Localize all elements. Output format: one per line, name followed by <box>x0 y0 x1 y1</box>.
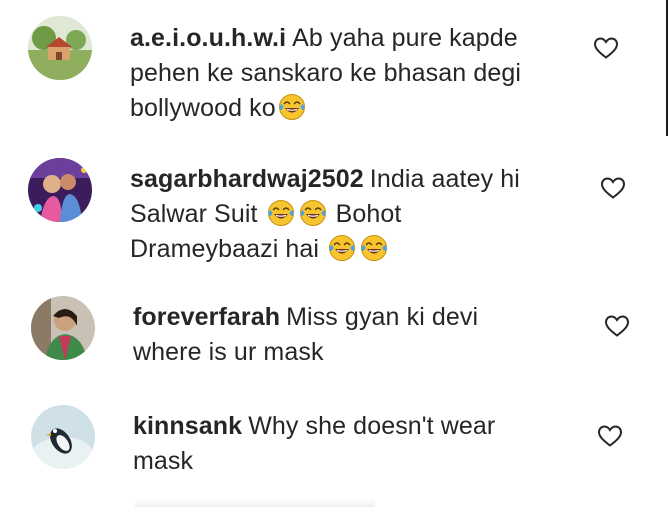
heart-outline-icon <box>600 176 626 200</box>
comment-text: Salwar Suit Bohot <box>130 196 401 232</box>
like-button[interactable] <box>597 424 623 448</box>
avatar[interactable] <box>31 405 95 469</box>
comment-text: a.e.i.o.u.h.w.i Ab yaha pure kapde <box>130 20 518 56</box>
like-button[interactable] <box>600 176 626 200</box>
comment-username[interactable]: foreverfarah <box>133 303 280 331</box>
avatar-couple-photo-icon <box>28 158 92 222</box>
avatar-house-landscape-icon <box>28 16 92 80</box>
comment-body-line: bollywood ko <box>130 94 276 122</box>
avatar-woman-portrait-icon <box>31 296 95 360</box>
face-with-tears-of-joy-icon <box>328 234 356 262</box>
avatar[interactable] <box>31 296 95 360</box>
comment-text: mask <box>133 443 193 479</box>
comment-body-line: Salwar Suit <box>130 200 258 228</box>
comment-body-line: Miss gyan ki devi <box>286 303 479 331</box>
comment-text: foreverfarah Miss gyan ki devi <box>133 299 478 335</box>
comment-text: bollywood ko <box>130 90 308 126</box>
avatar[interactable] <box>28 16 92 80</box>
comment-username[interactable]: sagarbhardwaj2502 <box>130 165 364 193</box>
heart-outline-icon <box>604 314 630 338</box>
comment-body-line: mask <box>133 447 194 475</box>
comment-text: sagarbhardwaj2502 India aatey hi <box>130 161 520 197</box>
comment-body-line: Drameybaazi hai <box>130 235 320 263</box>
comment-body-line: Ab yaha pure kapde <box>292 24 518 52</box>
comment-text: pehen ke sanskaro ke bhasan degi <box>130 55 521 91</box>
comment-text: where is ur mask <box>133 334 324 370</box>
face-with-tears-of-joy-icon <box>299 199 327 227</box>
scrollbar[interactable] <box>666 0 668 136</box>
avatar-penguin-icon <box>31 405 95 469</box>
comment-body-line: Why she doesn't wear <box>248 412 496 440</box>
next-comment-fade <box>135 498 375 507</box>
like-button[interactable] <box>593 36 619 60</box>
face-with-tears-of-joy-icon <box>267 199 295 227</box>
comment-text: Drameybaazi hai <box>130 231 390 267</box>
comment-username[interactable]: a.e.i.o.u.h.w.i <box>130 24 286 52</box>
comment-body-line: pehen ke sanskaro ke bhasan degi <box>130 59 521 87</box>
comment-body-line: Bohot <box>335 200 402 228</box>
comment-username[interactable]: kinnsank <box>133 412 242 440</box>
heart-outline-icon <box>597 424 623 448</box>
heart-outline-icon <box>593 36 619 60</box>
like-button[interactable] <box>604 314 630 338</box>
face-with-tears-of-joy-icon <box>360 234 388 262</box>
comment-body-line: India aatey hi <box>369 165 520 193</box>
comment-text: kinnsank Why she doesn't wear <box>133 408 495 444</box>
avatar[interactable] <box>28 158 92 222</box>
face-with-tears-of-joy-icon <box>278 93 306 121</box>
comment-body-line: where is ur mask <box>133 338 324 366</box>
